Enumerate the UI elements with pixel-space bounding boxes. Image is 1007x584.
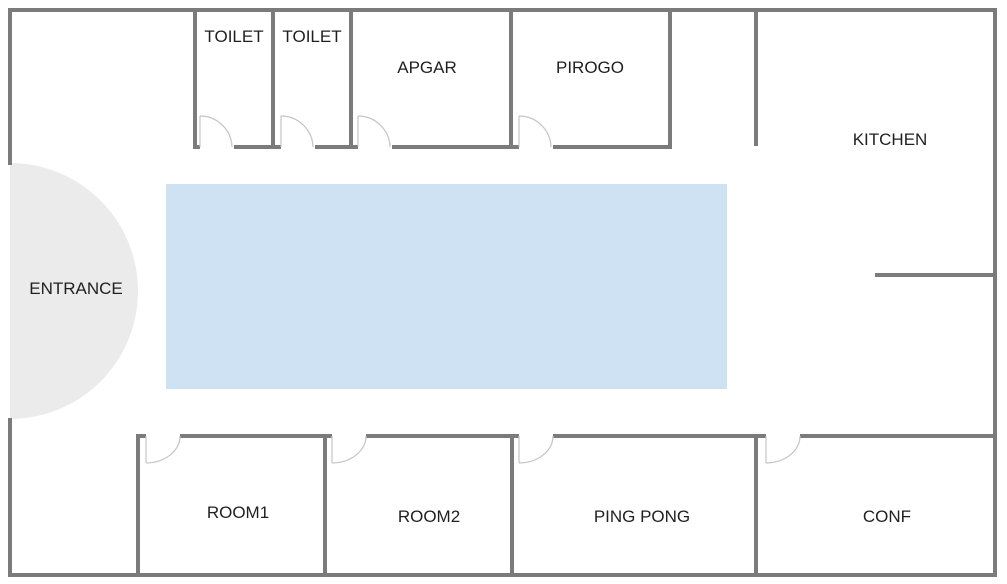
- entrance-label[interactable]: ENTRANCE: [29, 279, 123, 298]
- kitchen-label[interactable]: KITCHEN: [853, 130, 928, 149]
- door-ping-pong[interactable]: [518, 435, 554, 464]
- room1-label[interactable]: ROOM1: [207, 503, 269, 522]
- door-apgar[interactable]: [357, 115, 391, 148]
- door-toilet-2[interactable]: [280, 115, 314, 148]
- door-conf[interactable]: [765, 435, 801, 464]
- pirogo-label[interactable]: PIROGO: [556, 58, 624, 77]
- door-toilet-1[interactable]: [199, 115, 233, 148]
- apgar-label[interactable]: APGAR: [397, 58, 457, 77]
- room2-label[interactable]: ROOM2: [398, 507, 460, 526]
- door-room2[interactable]: [331, 435, 367, 464]
- door-pirogo[interactable]: [518, 115, 552, 148]
- toilet-1-label[interactable]: TOILET: [204, 27, 263, 46]
- conf-label[interactable]: CONF: [863, 507, 911, 526]
- floor-plan: TOILET TOILET APGAR PIROGO KITCHEN ENTRA…: [8, 8, 997, 577]
- door-room1[interactable]: [145, 435, 181, 464]
- toilet-2-label[interactable]: TOILET: [282, 27, 341, 46]
- top-rooms-wall: [193, 8, 672, 149]
- open-area[interactable]: [166, 184, 727, 389]
- ping-pong-label[interactable]: PING PONG: [594, 507, 690, 526]
